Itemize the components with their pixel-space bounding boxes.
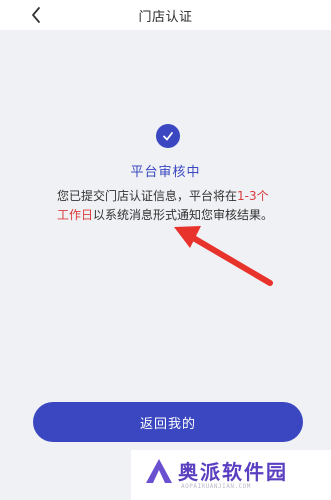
- brand-logo-icon: [146, 459, 172, 483]
- page-title: 门店认证: [138, 9, 193, 25]
- message-highlight-days: 1-3: [237, 189, 257, 203]
- message-text-end: 以系统消息形式通知您审核结果。: [93, 208, 274, 222]
- back-button[interactable]: [26, 3, 46, 27]
- watermark-brand: 奥派软件园: [178, 460, 288, 484]
- status-title: 平台审核中: [130, 165, 201, 180]
- nav-bar: 门店认证: [0, 0, 331, 30]
- return-button[interactable]: 返回我的: [33, 402, 303, 442]
- check-circle-icon: [156, 124, 180, 148]
- watermark-site: AOPAIRUANJIAN.COM: [181, 483, 251, 490]
- status-message: 您已提交门店认证信息，平台将在1-3个工作日以系统消息形式通知您审核结果。: [57, 187, 277, 225]
- chevron-left-icon: [32, 7, 40, 23]
- watermark: 奥派软件园 AOPAIRUANJIAN.COM: [131, 450, 331, 500]
- message-text: 您已提交门店认证信息，平台将在: [57, 189, 238, 203]
